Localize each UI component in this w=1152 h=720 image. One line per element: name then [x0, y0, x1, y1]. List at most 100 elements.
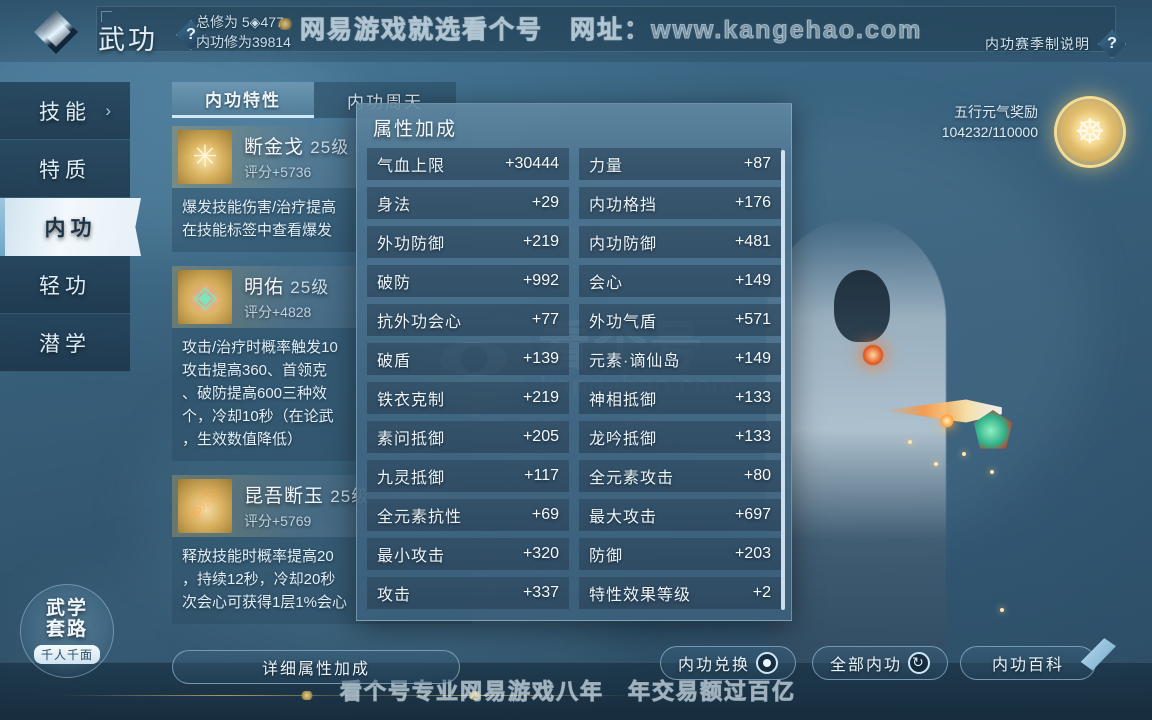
attr-name: 最小攻击 — [377, 548, 446, 565]
badge-title: 武学 套路 — [46, 598, 88, 640]
table-row: 抗外功会心 +77 — [367, 304, 569, 336]
card-score: 评分+5769 — [244, 513, 312, 529]
attr-value: +133 — [734, 428, 771, 445]
table-row: 内功防御 +481 — [579, 226, 781, 258]
attr-name: 元素·谪仙岛 — [589, 353, 681, 370]
attr-value: +117 — [524, 467, 559, 484]
card-icon-glyph: ◈ — [193, 280, 217, 314]
table-row: 身法 +29 — [367, 187, 569, 219]
attr-value: +139 — [522, 350, 559, 367]
attr-value: +219 — [522, 233, 559, 250]
jade-gem-icon: ◈ — [178, 270, 232, 324]
martial-arts-badge[interactable]: 武学 套路 千人千面 — [20, 584, 114, 678]
attr-name: 外功防御 — [377, 236, 446, 253]
table-row: 气血上限 +30444 — [367, 148, 569, 180]
attr-value: +77 — [531, 311, 559, 328]
attr-value: +30444 — [505, 155, 559, 172]
sidebar-item-label: 特质 — [39, 158, 91, 182]
card-icon-glyph: ☄ — [191, 489, 219, 523]
card-title-block: 明佑 25级 评分+4828 — [244, 272, 329, 322]
table-row: 元素·谪仙岛 +149 — [579, 343, 781, 375]
sidebar-item-skills[interactable]: 技能 › — [0, 82, 130, 140]
card-name: 明佑 — [244, 277, 285, 298]
attr-name: 内功格挡 — [589, 197, 658, 214]
sidebar-item-label: 技能 — [39, 100, 91, 124]
table-row: 神相抵御 +133 — [579, 382, 781, 414]
attr-value: +203 — [734, 545, 771, 562]
attr-value: +992 — [522, 272, 559, 289]
attr-name: 最大攻击 — [589, 509, 658, 526]
attr-value: +29 — [531, 194, 559, 211]
ornament-icon — [276, 18, 294, 30]
table-row: 外功防御 +219 — [367, 226, 569, 258]
attr-value: +176 — [734, 194, 771, 211]
table-row: 攻击 +337 — [367, 577, 569, 609]
button-label: 内功百科 — [991, 657, 1064, 674]
sidebar-item-inner-power[interactable]: 内功 — [0, 198, 141, 256]
card-name: 昆吾断玉 — [244, 486, 325, 507]
card-icon-glyph: ✳ — [192, 140, 218, 174]
card-title-block: 昆吾断玉 25级 评分+5769 — [244, 481, 369, 531]
reward-glyph: ☸ — [1074, 113, 1106, 151]
attr-name: 素问抵御 — [377, 431, 446, 448]
attr-name: 会心 — [589, 275, 624, 292]
attr-name: 神相抵御 — [589, 392, 658, 409]
inner-power-exchange-button[interactable]: 内功兑换 — [660, 646, 796, 680]
watermark-banner: 网易游戏就选看个号 网址：www.kangehao.com — [300, 16, 923, 45]
button-label: 内功兑换 — [677, 657, 750, 674]
table-row: 力量 +87 — [579, 148, 781, 180]
attr-name: 力量 — [589, 158, 624, 175]
attr-name: 铁衣克制 — [377, 392, 446, 409]
panel-scrollbar[interactable] — [781, 150, 785, 610]
inner-power-encyclopedia-button[interactable]: 内功百科 — [960, 646, 1096, 680]
reward-progress: 104232/110000 — [941, 124, 1038, 140]
card-level: 25级 — [290, 278, 330, 297]
sidebar-item-traits[interactable]: 特质 — [0, 140, 130, 198]
card-name: 断金戈 — [244, 137, 305, 158]
spark-particle — [990, 470, 994, 474]
target-dot-icon — [756, 652, 778, 674]
attr-value: +69 — [531, 506, 559, 523]
divider-ornament-icon — [300, 691, 314, 700]
sidebar-item-latent-study[interactable]: 潜学 — [0, 314, 130, 372]
card-title-block: 断金戈 25级 评分+5736 — [244, 132, 349, 182]
table-row: 外功气盾 +571 — [579, 304, 781, 336]
attr-value: +320 — [522, 545, 559, 562]
button-label: 详细属性加成 — [261, 661, 370, 678]
detail-attributes-button[interactable]: 详细属性加成 — [172, 650, 460, 684]
attr-name: 全元素抗性 — [377, 509, 463, 526]
table-row: 最大攻击 +697 — [579, 499, 781, 531]
attr-value: +571 — [734, 311, 771, 328]
attr-value: +697 — [734, 506, 771, 523]
badge-title-line1: 武学 — [45, 598, 88, 619]
attr-name: 抗外功会心 — [377, 314, 463, 331]
card-title: 断金戈 25级 — [244, 132, 349, 159]
tab-inner-traits[interactable]: 内功特性 — [172, 82, 314, 118]
all-inner-power-button[interactable]: 全部内功 — [812, 646, 948, 680]
attr-name: 防御 — [589, 548, 624, 565]
attribute-rows: 气血上限 +30444 力量 +87 身法 +29 内功格挡 +176 外功防御 +219… — [367, 148, 781, 612]
page-title: 武功 — [98, 25, 158, 55]
attr-name: 龙吟抵御 — [589, 431, 658, 448]
table-row: 防御 +203 — [579, 538, 781, 570]
burst-star-icon: ✳ — [178, 130, 232, 184]
attr-value: +2 — [752, 584, 771, 601]
sidebar-item-label: 内功 — [44, 217, 97, 240]
spark-particle — [934, 462, 938, 466]
sidebar-item-lightness[interactable]: 轻功 — [0, 256, 130, 314]
attr-value: +205 — [522, 428, 559, 445]
table-row: 内功格挡 +176 — [579, 187, 781, 219]
attr-value: +481 — [734, 233, 771, 250]
attr-name: 全元素攻击 — [589, 470, 675, 487]
attr-value: +219 — [522, 389, 559, 406]
table-row: 龙吟抵御 +133 — [579, 421, 781, 453]
table-row: 全元素抗性 +69 — [367, 499, 569, 531]
attr-value: +149 — [734, 350, 771, 367]
badge-subtitle: 千人千面 — [33, 645, 100, 664]
spark-particle — [908, 440, 912, 444]
game-logo-icon — [34, 10, 78, 54]
table-row: 破盾 +139 — [367, 343, 569, 375]
meditating-figure-icon[interactable]: ☸ — [1054, 96, 1126, 168]
refresh-arc-icon — [908, 652, 930, 674]
panel-title: 属性加成 — [373, 119, 458, 140]
